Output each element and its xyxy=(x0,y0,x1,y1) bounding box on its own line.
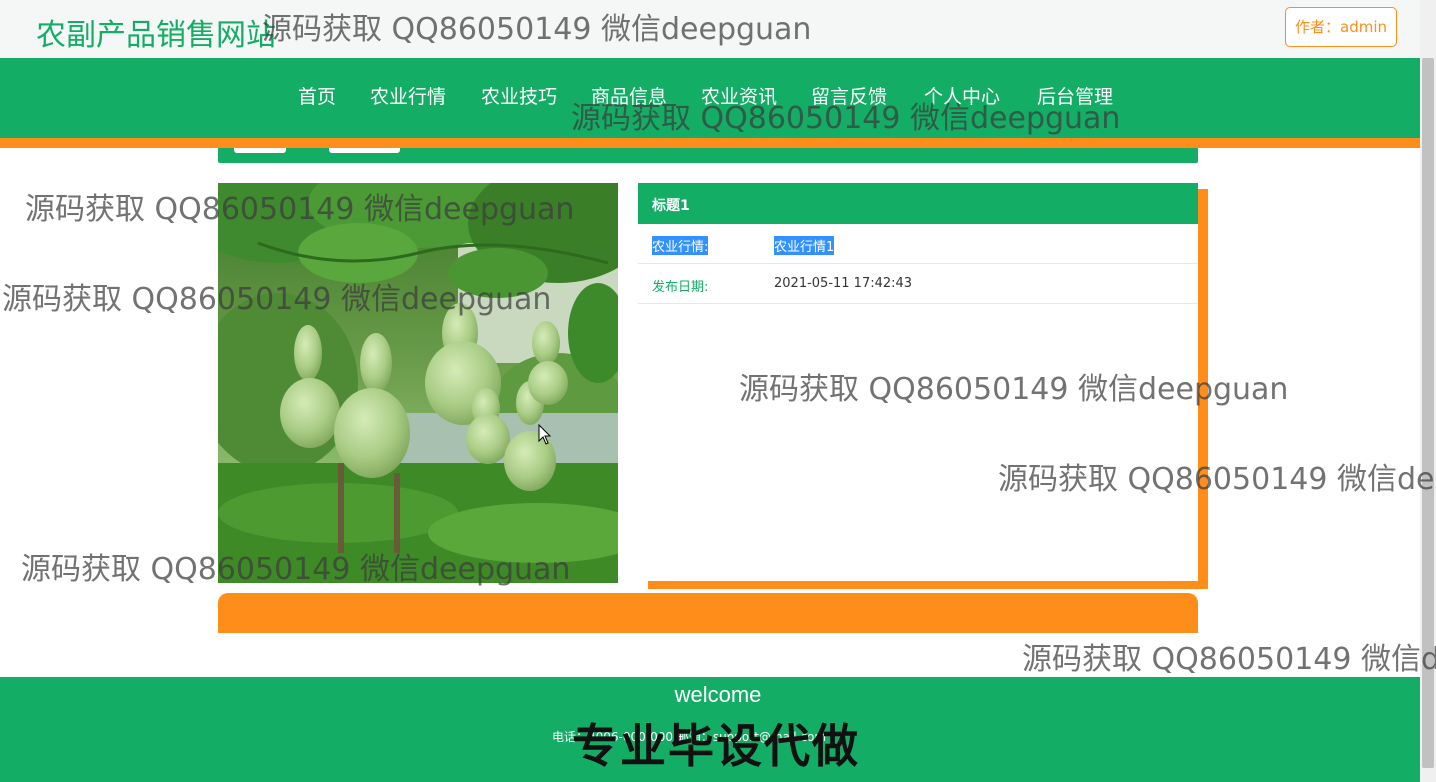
nav-accent-strip xyxy=(0,138,1420,148)
product-image xyxy=(218,183,618,583)
detail-title-bar: 标题1 xyxy=(638,183,1198,224)
detail-shadow-right xyxy=(1198,189,1208,589)
breadcrumb-tab[interactable] xyxy=(329,148,400,153)
detail-panel: 标题1 农业行情: 农业行情1 发布日期: 2021-05-11 17:42:4… xyxy=(638,183,1198,581)
detail-title: 标题1 xyxy=(652,198,690,214)
detail-value: 2021-05-11 17:42:43 xyxy=(774,276,913,291)
mouse-cursor-icon xyxy=(538,424,552,445)
detail-row-market: 农业行情: 农业行情1 xyxy=(638,224,1198,264)
nav-item-profile[interactable]: 个人中心 xyxy=(924,82,1000,109)
scrollbar-thumb[interactable] xyxy=(1422,58,1434,768)
author-button[interactable]: 作者：admin xyxy=(1285,7,1397,47)
footer-welcome: welcome xyxy=(674,682,762,707)
content-section-bar xyxy=(218,593,1198,633)
detail-row-date: 发布日期: 2021-05-11 17:42:43 xyxy=(638,264,1198,304)
footer-overlay-text: 专业毕设代做 xyxy=(572,719,860,773)
gourd-photo xyxy=(218,183,618,583)
detail-label: 发布日期: xyxy=(652,280,709,295)
nav-item-market[interactable]: 农业行情 xyxy=(370,82,446,109)
detail-shadow-bottom xyxy=(648,581,1208,589)
nav-item-products[interactable]: 商品信息 xyxy=(591,82,667,109)
breadcrumb-tab[interactable] xyxy=(234,148,286,153)
nav-item-admin[interactable]: 后台管理 xyxy=(1037,82,1113,109)
nav-item-home[interactable]: 首页 xyxy=(298,82,336,109)
watermark: 源码获取 QQ86050149 微信deepguan xyxy=(1022,642,1436,677)
nav-item-news[interactable]: 农业资讯 xyxy=(701,82,777,109)
nav-item-feedback[interactable]: 留言反馈 xyxy=(811,82,887,109)
nav-item-tips[interactable]: 农业技巧 xyxy=(481,82,557,109)
detail-value: 农业行情1 xyxy=(774,236,835,255)
site-title[interactable]: 农副产品销售网站 xyxy=(36,10,276,54)
detail-label: 农业行情: xyxy=(652,236,709,255)
top-header: 农副产品销售网站 作者：admin xyxy=(0,0,1420,58)
